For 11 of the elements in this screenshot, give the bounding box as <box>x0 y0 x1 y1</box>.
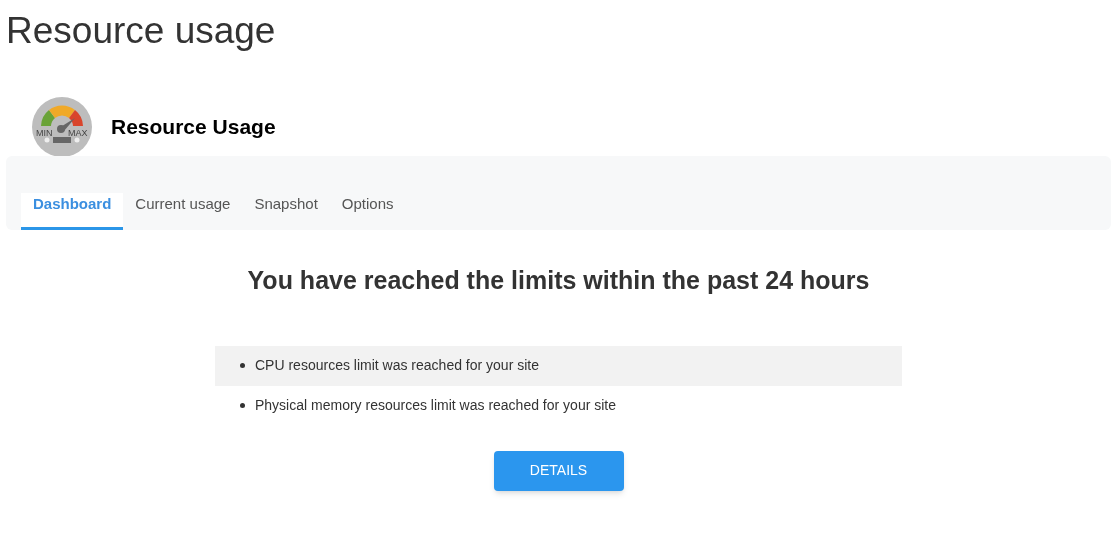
gauge-logo-drawing: MIN MAX <box>31 96 93 158</box>
alert-heading: You have reached the limits within the past 24 hours <box>247 265 870 296</box>
alert-text: CPU resources limit was reached for your site <box>255 356 539 375</box>
page-title: Resource usage <box>6 9 276 53</box>
alert-text: Physical memory resources limit was reached for your site <box>255 396 616 415</box>
plugin-title: Resource Usage <box>111 114 276 141</box>
bullet-icon <box>240 363 245 368</box>
tab[interactable]: Snapshot <box>242 192 330 230</box>
tab[interactable]: Options <box>329 192 406 230</box>
bullet-icon <box>240 403 245 408</box>
tab[interactable]: Current usage <box>123 192 243 230</box>
